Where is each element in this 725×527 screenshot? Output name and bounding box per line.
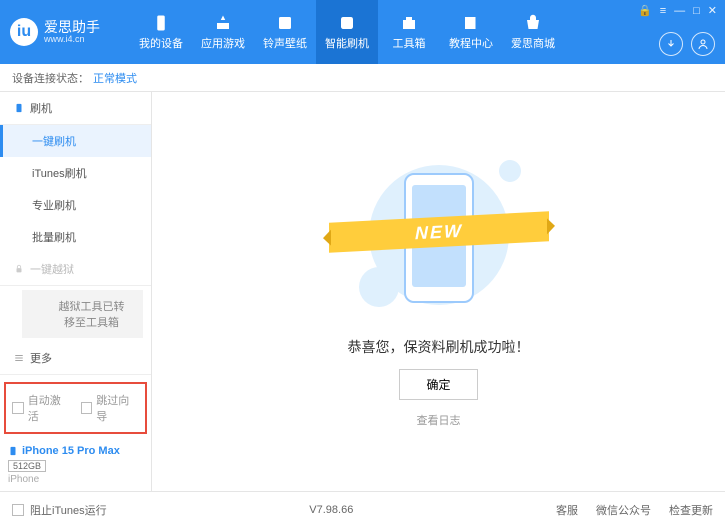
close-icon[interactable]: ✕ <box>708 4 717 17</box>
wallpaper-icon <box>276 14 294 32</box>
confirm-button[interactable]: 确定 <box>399 369 477 400</box>
nav-label: 教程中心 <box>449 35 493 51</box>
nav-label: 铃声壁纸 <box>263 35 307 51</box>
checkbox-icon <box>12 504 24 516</box>
jailbreak-note: 越狱工具已转移至工具箱 <box>22 290 143 338</box>
footer-link-update[interactable]: 检查更新 <box>669 502 713 518</box>
logo: iu 爱思助手 www.i4.cn <box>10 18 130 46</box>
section-label: 更多 <box>30 350 52 366</box>
nav-apps[interactable]: 应用游戏 <box>192 0 254 64</box>
window-controls: 🔒 ≡ — □ ✕ <box>638 4 717 17</box>
app-name: 爱思助手 <box>44 20 100 34</box>
status-label: 设备连接状态： <box>12 70 89 86</box>
sidebar-section-flash[interactable]: 刷机 <box>0 92 151 125</box>
checkbox-label: 自动激活 <box>28 392 71 424</box>
checkbox-label: 跳过向导 <box>96 392 139 424</box>
section-label: 刷机 <box>30 100 52 116</box>
device-capacity: 512GB <box>8 460 46 472</box>
device-phone-icon <box>8 444 18 458</box>
section-label: 一键越狱 <box>30 261 74 277</box>
footer-link-wechat[interactable]: 微信公众号 <box>596 502 651 518</box>
checkbox-icon <box>81 402 93 414</box>
nav-label: 我的设备 <box>139 35 183 51</box>
status-value: 正常模式 <box>93 70 137 86</box>
nav-ringtones[interactable]: 铃声壁纸 <box>254 0 316 64</box>
app-url: www.i4.cn <box>44 34 100 44</box>
device-name-label: iPhone 15 Pro Max <box>22 445 120 457</box>
sidebar-item-itunes[interactable]: iTunes刷机 <box>0 157 151 189</box>
sidebar: 刷机 一键刷机 iTunes刷机 专业刷机 批量刷机 一键越狱 越狱工具已转移至… <box>0 92 152 491</box>
logo-icon: iu <box>10 18 38 46</box>
success-message: 恭喜您，保资料刷机成功啦！ <box>348 337 530 357</box>
checkbox-label: 阻止iTunes运行 <box>30 502 107 518</box>
main-content: NEW 恭喜您，保资料刷机成功啦！ 确定 查看日志 <box>152 92 725 491</box>
sidebar-item-oneclick[interactable]: 一键刷机 <box>0 125 151 157</box>
user-button[interactable] <box>691 32 715 56</box>
new-ribbon: NEW <box>329 211 549 253</box>
download-button[interactable] <box>659 32 683 56</box>
flash-icon <box>338 14 356 32</box>
footer-link-support[interactable]: 客服 <box>556 502 578 518</box>
sidebar-options-highlighted: 自动激活 跳过向导 <box>4 382 147 434</box>
version-label: V7.98.66 <box>309 504 353 516</box>
book-icon <box>462 14 480 32</box>
nav-store[interactable]: 爱思商城 <box>502 0 564 64</box>
nav-flash[interactable]: 智能刷机 <box>316 0 378 64</box>
block-itunes-checkbox[interactable]: 阻止iTunes运行 <box>12 502 107 518</box>
checkbox-icon <box>12 402 24 414</box>
nav-my-device[interactable]: 我的设备 <box>130 0 192 64</box>
flash-section-icon <box>14 103 24 113</box>
device-type: iPhone <box>8 474 143 485</box>
lock-icon[interactable]: 🔒 <box>638 4 652 17</box>
maximize-icon[interactable]: □ <box>693 5 700 17</box>
view-log-link[interactable]: 查看日志 <box>417 412 461 428</box>
apps-icon <box>214 14 232 32</box>
nav-label: 爱思商城 <box>511 35 555 51</box>
download-icon <box>665 38 677 50</box>
auto-activate-checkbox[interactable]: 自动激活 <box>12 392 71 424</box>
nav-toolbox[interactable]: 工具箱 <box>378 0 440 64</box>
menu-icon[interactable]: ≡ <box>660 5 666 17</box>
top-nav: 我的设备 应用游戏 铃声壁纸 智能刷机 工具箱 教程中心 爱思商城 <box>130 0 564 64</box>
sidebar-item-pro[interactable]: 专业刷机 <box>0 189 151 221</box>
sidebar-item-batch[interactable]: 批量刷机 <box>0 221 151 253</box>
minimize-icon[interactable]: — <box>674 5 685 17</box>
nav-label: 智能刷机 <box>325 35 369 51</box>
device-info[interactable]: iPhone 15 Pro Max 512GB iPhone <box>0 438 151 491</box>
lock-section-icon <box>14 264 24 274</box>
more-section-icon <box>14 353 24 363</box>
app-header: iu 爱思助手 www.i4.cn 我的设备 应用游戏 铃声壁纸 智能刷机 工具… <box>0 0 725 64</box>
success-illustration: NEW <box>339 155 539 325</box>
sidebar-section-jailbreak: 一键越狱 <box>0 253 151 286</box>
skip-guide-checkbox[interactable]: 跳过向导 <box>81 392 140 424</box>
nav-label: 应用游戏 <box>201 35 245 51</box>
status-bar: 设备连接状态： 正常模式 <box>0 64 725 92</box>
sidebar-item-other[interactable]: 其他工具 <box>0 375 151 378</box>
sidebar-section-more[interactable]: 更多 <box>0 342 151 375</box>
nav-tutorials[interactable]: 教程中心 <box>440 0 502 64</box>
toolbox-icon <box>400 14 418 32</box>
nav-label: 工具箱 <box>393 35 426 51</box>
phone-icon <box>152 14 170 32</box>
footer: 阻止iTunes运行 V7.98.66 客服 微信公众号 检查更新 <box>0 491 725 527</box>
header-right-icons <box>659 32 715 56</box>
store-icon <box>524 14 542 32</box>
user-icon <box>697 38 709 50</box>
